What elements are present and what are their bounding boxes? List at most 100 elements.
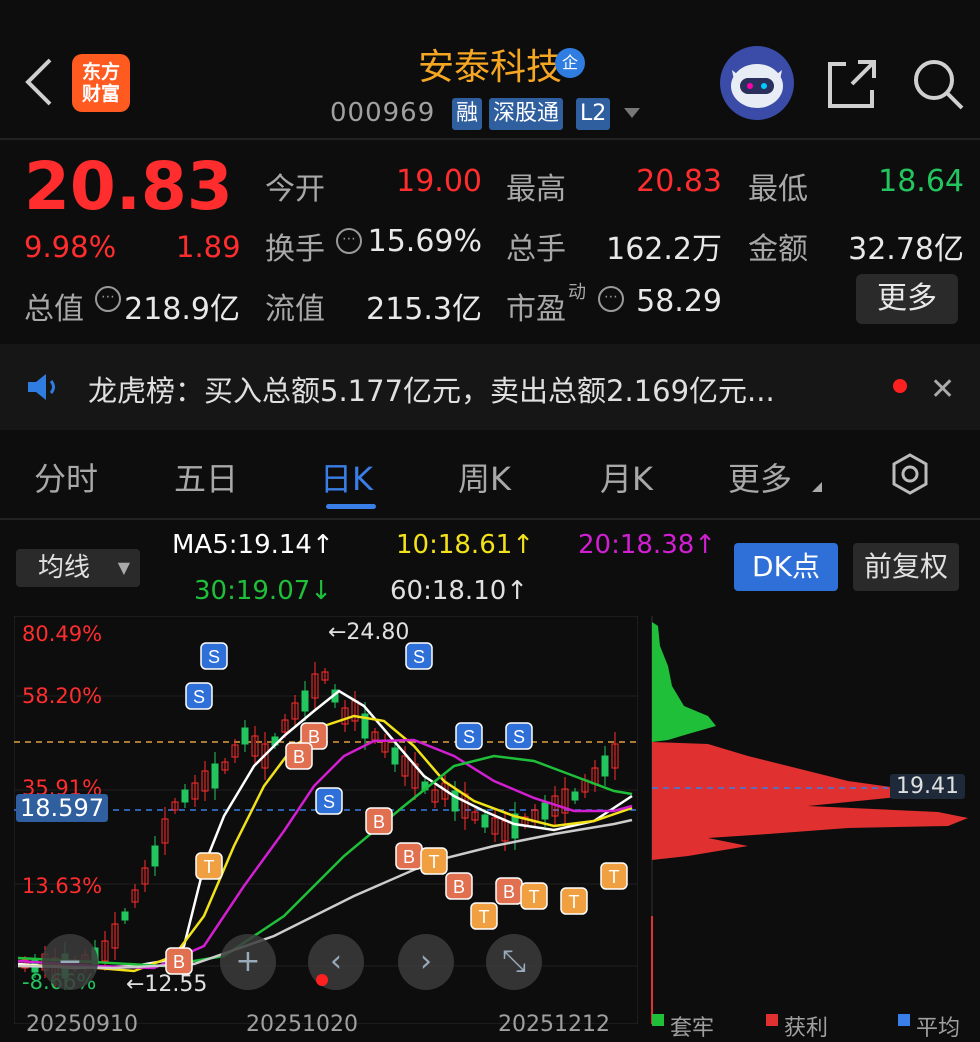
signal-marker-letter: S [193,687,205,707]
tab-daily-k[interactable]: 日K [320,454,373,500]
candle [301,690,309,712]
total-value: 218.9亿 [124,292,240,327]
total-value-label: 总值 [24,292,84,327]
chevron-down-icon[interactable] [624,108,640,118]
x-axis-label: 20251212 [498,1012,610,1037]
signal-marker-letter: S [323,792,335,812]
amount-label: 金额 [748,232,808,267]
ma20-value: 20:18.38↑ [578,530,717,560]
legend-trapped: 套牢 [670,1016,715,1041]
ma60-value: 60:18.10↑ [390,576,529,606]
high-value: 20.83 [636,164,722,199]
forward-adjust-button[interactable]: 前复权 [853,543,959,591]
speaker-icon [28,374,55,400]
stock-code: 000969 [330,98,436,128]
signal-marker-letter: S [513,727,525,747]
float-value: 215.3亿 [366,292,482,327]
candle [601,755,609,777]
caret-down-icon: ▼ [117,558,130,577]
indicator-select[interactable]: 均线 ▼ [16,549,140,587]
news-text[interactable]: 龙虎榜：买入总额5.177亿元，卖出总额2.169亿元... [88,368,775,410]
shenzhen-connect-tag: 深股通 [489,98,564,130]
candle [391,747,399,765]
y-axis-label: 58.20% [22,684,103,708]
y-axis-label: 80.49% [22,622,103,646]
signal-marker-letter: T [479,907,490,927]
change-percent: 9.98% [24,230,117,264]
amount-value: 32.78亿 [848,232,964,267]
cursor-price-label: 18.597 [16,794,108,822]
fullscreen-icon[interactable]: ⤡ [486,934,542,990]
level2-tag: L2 [576,98,611,130]
turnover-value: 15.69% [367,224,482,259]
candle [541,802,549,820]
volume-label: 总手 [506,232,566,267]
tab-five-day[interactable]: 五日 [174,454,238,500]
candle [211,763,219,789]
chip-distribution-chart[interactable] [648,616,980,1024]
tab-weekly-k[interactable]: 周K [458,454,511,500]
y-axis-label: 13.63% [22,874,103,898]
margin-tag: 融 [452,98,483,130]
indicator-select-label: 均线 [38,553,91,583]
divider [0,518,980,520]
unread-dot [893,379,907,393]
pe-label: 市盈 [506,292,566,327]
signal-marker-letter: S [208,647,220,667]
turnover-label: 换手 [265,232,325,267]
volume-value: 162.2万 [606,232,722,267]
assistant-robot-icon[interactable] [720,46,794,120]
signal-marker-letter: T [429,852,440,872]
info-icon[interactable]: ⋯ [336,228,362,254]
dk-point-button[interactable]: DK点 [734,543,838,591]
candle [241,727,249,745]
x-axis-label: 20250910 [26,1012,138,1037]
signal-marker-letter: S [413,647,425,667]
search-icon[interactable] [910,56,966,112]
scroll-right-icon[interactable]: › [398,934,454,990]
legend-average: 平均 [916,1016,961,1041]
signal-marker-letter: B [453,877,465,897]
corner-caret-icon [812,482,822,492]
signal-marker-letter: B [173,952,185,972]
record-dot [316,974,328,986]
tab-intraday[interactable]: 分时 [34,454,98,500]
gear-icon[interactable] [888,452,932,496]
candle [121,911,129,921]
zoom-out-icon[interactable]: − [42,934,98,990]
tab-monthly-k[interactable]: 月K [600,454,653,500]
more-quote-button[interactable]: 更多 [856,274,958,324]
info-icon[interactable]: ⋯ [95,286,121,312]
signal-marker-letter: B [373,812,385,832]
legend-profit: 获利 [784,1016,829,1041]
dk-point-label: DK点 [752,550,820,583]
signal-marker-letter: T [569,892,580,912]
signal-marker-letter: B [403,847,415,867]
ma5-value: MA5:19.14↑ [172,530,334,560]
low-value: 18.64 [878,164,964,199]
ma10-value: 10:18.61↑ [396,530,535,560]
chip-average-price: 19.41 [890,774,965,799]
zoom-in-icon[interactable]: + [220,934,276,990]
float-value-label: 流值 [265,292,325,327]
high-marker: ←24.80 [328,620,410,645]
open-value: 19.00 [396,164,482,199]
candle [181,789,189,803]
low-marker: ←12.55 [126,972,208,997]
signal-marker-letter: T [204,857,215,877]
close-icon[interactable]: ✕ [930,372,955,407]
signal-marker-letter: T [529,887,540,907]
open-label: 今开 [265,172,325,207]
signal-marker-letter: T [609,867,620,887]
low-label: 最低 [748,172,808,207]
pe-value: 58.29 [636,284,722,319]
share-icon[interactable] [824,56,880,112]
pe-dynamic-superscript: 动 [568,282,586,303]
signal-marker-letter: S [463,727,475,747]
active-tab-indicator [326,504,376,509]
tab-more[interactable]: 更多 [728,454,792,500]
change-amount: 1.89 [176,230,241,264]
legend-swatch [652,1014,664,1026]
candle [571,791,579,801]
signal-marker-letter: B [503,882,515,902]
